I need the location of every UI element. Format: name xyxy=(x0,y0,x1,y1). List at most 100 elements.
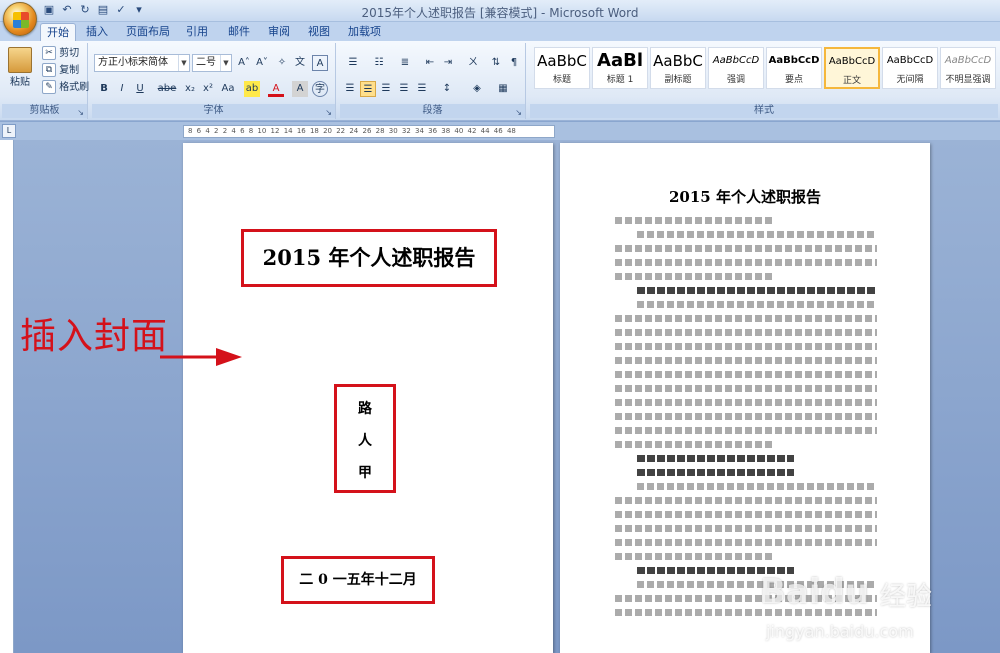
clear-format-icon[interactable]: ✧ xyxy=(274,55,290,71)
chevron-down-icon[interactable]: ▼ xyxy=(220,55,231,71)
tab-selector-icon[interactable]: L xyxy=(2,124,16,138)
align-center-icon[interactable]: ☰ xyxy=(360,81,376,97)
cover-date[interactable]: 二 0 一五年十二月 xyxy=(281,556,435,604)
style-preview: AaBbCcD xyxy=(886,55,934,66)
style-subtitle[interactable]: AaBbC 副标题 xyxy=(650,47,706,89)
style-no-spacing[interactable]: AaBbCcD 无间隔 xyxy=(882,47,938,89)
shrink-font-icon[interactable]: A˅ xyxy=(254,55,270,71)
author-char: 甲 xyxy=(358,465,372,481)
strikethrough-button[interactable]: abe xyxy=(156,81,178,97)
borders-icon[interactable]: ▦ xyxy=(492,81,514,97)
tab-home[interactable]: 开始 xyxy=(40,23,76,42)
styles-group-label: 样式 xyxy=(530,104,998,118)
style-strong[interactable]: AaBbCcD 要点 xyxy=(766,47,822,89)
change-case-button[interactable]: Aa xyxy=(218,81,238,97)
content-title: 2015 年个人述职报告 xyxy=(669,188,821,206)
ruler-ticks: 8 6 4 2 2 4 6 8 10 12 14 16 18 20 22 24 … xyxy=(188,127,516,135)
watermark-brand: Baidu xyxy=(760,572,870,612)
decrease-indent-icon[interactable]: ⇤ xyxy=(422,55,438,71)
text-line xyxy=(615,511,877,518)
font-group: 方正小标宋简体 ▼ 二号 ▼ A˄ A˅ ✧ 文 A B I U abe x₂ x²… xyxy=(92,43,336,119)
text-line xyxy=(615,413,877,420)
style-preview: AaBl xyxy=(597,50,643,71)
phonetic-guide-icon[interactable]: 文 xyxy=(292,55,308,71)
subscript-button[interactable]: x₂ xyxy=(182,81,198,97)
enclose-char-icon[interactable]: 字 xyxy=(312,81,328,97)
chevron-down-icon[interactable]: ▼ xyxy=(178,55,189,71)
align-right-icon[interactable]: ☰ xyxy=(378,81,394,97)
style-name: 无间隔 xyxy=(896,75,924,85)
brush-icon: ✎ xyxy=(42,80,56,94)
grow-font-icon[interactable]: A˄ xyxy=(236,55,252,71)
italic-button[interactable]: I xyxy=(114,81,130,97)
highlight-icon[interactable]: ab xyxy=(244,81,260,97)
distributed-icon[interactable]: ☰ xyxy=(414,81,430,97)
paste-button[interactable]: 粘贴 xyxy=(10,75,30,91)
dialog-launcher-icon[interactable]: ↘ xyxy=(77,108,84,117)
style-heading-1[interactable]: AaBl 标题 1 xyxy=(592,47,648,89)
ribbon: 粘贴 ✂ 剪切 ⧉ 复制 ✎ 格式刷 剪贴板 ↘ 方正小标宋简体 ▼ 二号 ▼ A˄… xyxy=(0,41,1000,121)
style-preview: AaBbC xyxy=(537,52,587,70)
underline-button[interactable]: U xyxy=(132,81,148,97)
annotation-text: 插入封面 xyxy=(20,316,169,357)
shading-icon[interactable]: ◈ xyxy=(466,81,488,97)
tab-addins[interactable]: 加载项 xyxy=(342,23,387,42)
justify-icon[interactable]: ☰ xyxy=(396,81,412,97)
horizontal-ruler[interactable]: 8 6 4 2 2 4 6 8 10 12 14 16 18 20 22 24 … xyxy=(183,125,555,138)
style-name: 要点 xyxy=(784,75,803,85)
font-size-combo[interactable]: 二号 ▼ xyxy=(192,54,232,72)
text-line xyxy=(615,273,773,280)
format-painter-button[interactable]: ✎ 格式刷 xyxy=(42,80,89,96)
text-line xyxy=(637,469,795,476)
char-shading-icon[interactable]: A xyxy=(292,81,308,97)
paste-icon[interactable] xyxy=(8,47,32,73)
text-line xyxy=(615,427,877,434)
watermark-url: jingyan.baidu.com xyxy=(766,622,914,641)
ribbon-tabs: 开始 插入 页面布局 引用 邮件 审阅 视图 加载项 xyxy=(0,22,1000,42)
increase-indent-icon[interactable]: ⇥ xyxy=(440,55,456,71)
font-name-combo[interactable]: 方正小标宋简体 ▼ xyxy=(94,54,190,72)
tab-view[interactable]: 视图 xyxy=(302,23,336,42)
style-normal[interactable]: AaBbCcD 正文 xyxy=(824,47,880,89)
cover-title[interactable]: 2015 年个人述职报告 xyxy=(241,229,497,287)
style-name: 不明显强调 xyxy=(945,75,991,85)
style-name: 强调 xyxy=(726,75,745,85)
line-spacing-icon[interactable]: ↕ xyxy=(436,81,458,97)
copy-label: 复制 xyxy=(59,65,80,76)
style-preview: AaBbCcD xyxy=(944,55,992,66)
style-preview: AaBbCcD xyxy=(828,56,876,67)
tab-references[interactable]: 引用 xyxy=(180,23,214,42)
style-emphasis[interactable]: AaBbCcD 强调 xyxy=(708,47,764,89)
cut-button[interactable]: ✂ 剪切 xyxy=(42,46,79,62)
ruler-bar: L 8 6 4 2 2 4 6 8 10 12 14 16 18 20 22 2… xyxy=(0,122,1000,140)
show-marks-icon[interactable]: ¶ xyxy=(506,55,522,71)
tab-insert[interactable]: 插入 xyxy=(80,23,114,42)
tab-review[interactable]: 审阅 xyxy=(262,23,296,42)
tab-page-layout[interactable]: 页面布局 xyxy=(120,23,176,42)
dialog-launcher-icon[interactable]: ↘ xyxy=(515,108,522,117)
style-name: 副标题 xyxy=(664,75,692,85)
copy-button[interactable]: ⧉ 复制 xyxy=(42,63,79,79)
superscript-button[interactable]: x² xyxy=(200,81,216,97)
text-line xyxy=(637,231,877,238)
align-left-icon[interactable]: ☰ xyxy=(342,81,358,97)
tab-mailings[interactable]: 邮件 xyxy=(222,23,256,42)
asian-layout-icon[interactable]: ㄨ xyxy=(462,55,484,71)
numbering-icon[interactable]: ☷ xyxy=(368,55,390,71)
vertical-ruler[interactable] xyxy=(0,140,14,653)
multilevel-list-icon[interactable]: ≣ xyxy=(394,55,416,71)
copy-icon: ⧉ xyxy=(42,63,56,77)
office-button[interactable] xyxy=(3,2,37,36)
style-name: 标题 xyxy=(552,75,571,85)
style-subtle-emphasis[interactable]: AaBbCcD 不明显强调 xyxy=(940,47,996,89)
dialog-launcher-icon[interactable]: ↘ xyxy=(325,108,332,117)
font-color-icon[interactable]: A xyxy=(268,81,284,97)
text-line xyxy=(637,301,877,308)
sort-icon[interactable]: ⇅ xyxy=(488,55,504,71)
char-border-icon[interactable]: A xyxy=(312,55,328,71)
bullets-icon[interactable]: ☰ xyxy=(342,55,364,71)
text-line xyxy=(615,553,773,560)
style-title[interactable]: AaBbC 标题 xyxy=(534,47,590,89)
bold-button[interactable]: B xyxy=(96,81,112,97)
cover-author[interactable]: 路 人 甲 xyxy=(334,384,396,493)
